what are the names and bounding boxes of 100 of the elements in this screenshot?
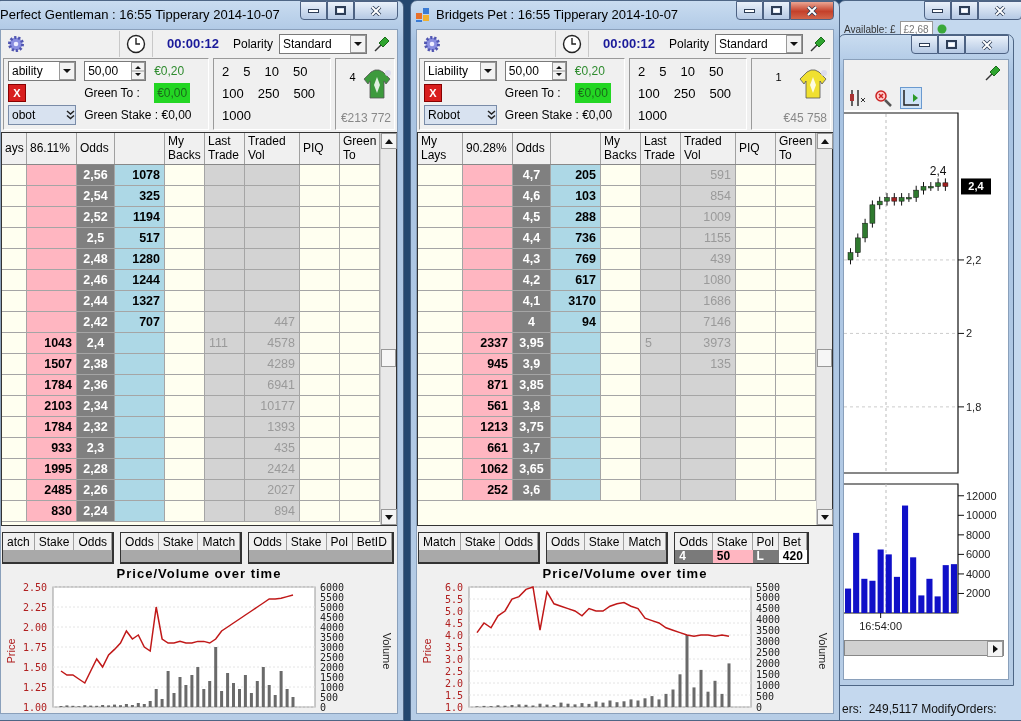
close-button[interactable]: [965, 35, 1009, 54]
odds-cell[interactable]: 2,44: [77, 291, 115, 312]
stake-button[interactable]: 100: [220, 85, 246, 103]
odds-cell[interactable]: 3,9: [513, 354, 551, 375]
stake-button[interactable]: 2: [220, 63, 232, 81]
my-backs-cell: [601, 207, 641, 228]
scroll-down-button[interactable]: [816, 509, 833, 525]
odds-cell[interactable]: 4,2: [513, 270, 551, 291]
stake-button[interactable]: 10: [262, 63, 281, 81]
odds-cell[interactable]: 3,8: [513, 396, 551, 417]
stake-button[interactable]: 2: [636, 63, 648, 81]
axis-label: 1.75: [22, 641, 47, 653]
odds-cell[interactable]: 2,3: [77, 438, 115, 459]
polarity-select[interactable]: Standard: [715, 34, 803, 54]
odds-cell[interactable]: 4,7: [513, 165, 551, 186]
scrollbar[interactable]: [380, 133, 396, 525]
my-backs-cell: [165, 207, 205, 228]
robot-dropdown[interactable]: obot: [8, 105, 77, 125]
stake-type-select[interactable]: ability: [8, 61, 77, 81]
maximize-button[interactable]: [763, 1, 790, 20]
odds-cell[interactable]: 2,48: [77, 249, 115, 270]
close-icon: [806, 5, 818, 16]
odds-cell[interactable]: 2,4: [77, 333, 115, 354]
horizontal-scrollbar[interactable]: [844, 640, 1004, 656]
odds-cell[interactable]: 4,3: [513, 249, 551, 270]
stake-button[interactable]: 50: [290, 63, 310, 81]
odds-cell[interactable]: 2,42: [77, 312, 115, 333]
odds-cell[interactable]: 4,5: [513, 207, 551, 228]
odds-cell[interactable]: 2,36: [77, 375, 115, 396]
minimize-button[interactable]: [911, 35, 938, 54]
stake-spinner[interactable]: 50,00: [84, 61, 147, 81]
scroll-up-button[interactable]: [816, 133, 833, 149]
stake-button[interactable]: 1000: [636, 107, 669, 125]
column-header: Pol: [326, 533, 353, 550]
scroll-up-button[interactable]: [380, 133, 397, 149]
odds-cell[interactable]: 2,28: [77, 459, 115, 480]
stake-button[interactable]: 5: [241, 63, 253, 81]
scroll-down-button[interactable]: [380, 509, 397, 525]
odds-cell[interactable]: 3,65: [513, 459, 551, 480]
odds-cell[interactable]: 4,6: [513, 186, 551, 207]
polarity-select[interactable]: Standard: [279, 34, 367, 54]
stake-button[interactable]: 5: [657, 63, 669, 81]
last-trade-cell: [205, 354, 245, 375]
odds-cell[interactable]: 2,54: [77, 186, 115, 207]
price-tag: 2,4: [961, 178, 991, 195]
scroll-thumb[interactable]: [381, 348, 396, 367]
scrollbar[interactable]: [816, 133, 832, 525]
odds-cell[interactable]: 2,56: [77, 165, 115, 186]
odds-cell[interactable]: 3,95: [513, 333, 551, 354]
robot-dropdown[interactable]: Robot: [424, 105, 497, 125]
axis-label: 2500: [320, 651, 345, 663]
odds-cell[interactable]: 3,6: [513, 480, 551, 501]
axis-label: 2000: [966, 587, 991, 600]
stake-type-select[interactable]: Liability: [424, 61, 497, 81]
odds-cell[interactable]: 2,32: [77, 417, 115, 438]
stake-value: €0,20: [574, 63, 606, 80]
maximize-button[interactable]: [327, 1, 354, 20]
scroll-thumb[interactable]: [817, 348, 832, 367]
odds-cell[interactable]: 2,34: [77, 396, 115, 417]
odds-cell[interactable]: 3,75: [513, 417, 551, 438]
last-trade-cell: 111: [205, 333, 245, 354]
close-button[interactable]: [790, 1, 834, 20]
stake-spinner[interactable]: 50,00: [504, 61, 567, 81]
close-button[interactable]: [354, 1, 398, 20]
target-profit-value: €0,00: [574, 83, 611, 103]
minimize-button[interactable]: [300, 1, 327, 20]
column-header: Last Trade: [641, 133, 681, 164]
axis-label: 5500: [756, 581, 781, 593]
volume-bar: [279, 671, 283, 707]
stake-button[interactable]: 50: [706, 63, 726, 81]
odds-cell[interactable]: 2,24: [77, 501, 115, 522]
stake-button[interactable]: 500: [291, 85, 318, 103]
odds-cell[interactable]: 3,85: [513, 375, 551, 396]
stake-button[interactable]: 250: [671, 85, 698, 103]
stake-button[interactable]: 500: [707, 85, 734, 103]
odds-cell[interactable]: 3,7: [513, 438, 551, 459]
scroll-right-button[interactable]: [987, 641, 1003, 657]
last-trade-cell: [641, 354, 681, 375]
my-backs-cell: [165, 417, 205, 438]
cancel-button[interactable]: X: [424, 84, 442, 102]
odds-cell[interactable]: 4,1: [513, 291, 551, 312]
odds-cell[interactable]: 2,52: [77, 207, 115, 228]
close-button[interactable]: [978, 1, 1021, 20]
back-cell: [551, 480, 601, 501]
odds-cell[interactable]: 4,4: [513, 228, 551, 249]
stake-button[interactable]: 250: [255, 85, 282, 103]
minimize-button[interactable]: [924, 1, 951, 20]
stake-button[interactable]: 100: [636, 85, 662, 103]
stake-button[interactable]: 10: [678, 63, 697, 81]
cancel-button[interactable]: X: [8, 84, 26, 102]
odds-cell[interactable]: 2,46: [77, 270, 115, 291]
odds-cell[interactable]: 2,5: [77, 228, 115, 249]
maximize-button[interactable]: [938, 35, 965, 54]
minimize-button[interactable]: [736, 1, 763, 20]
stake-button[interactable]: 1000: [220, 107, 253, 125]
odds-cell[interactable]: 4: [513, 312, 551, 333]
maximize-button[interactable]: [951, 1, 978, 20]
odds-cell[interactable]: 2,38: [77, 354, 115, 375]
odds-cell[interactable]: 2,26: [77, 480, 115, 501]
target-cell: [776, 228, 816, 249]
